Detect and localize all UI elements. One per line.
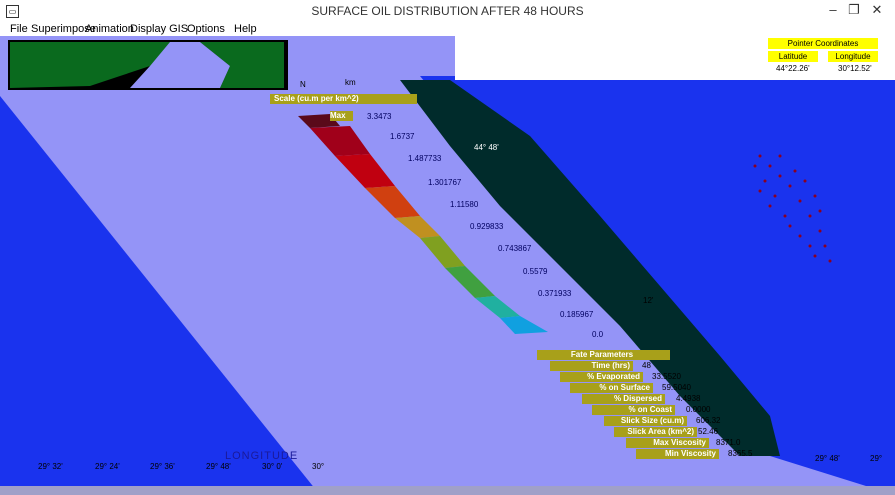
fate-row-value: 4.4938 — [676, 394, 701, 403]
map-label: 44° 48' — [474, 143, 499, 152]
scale-value: 0.929833 — [470, 222, 504, 231]
longitude-tick: 29° 24' — [95, 462, 120, 471]
slick-cell — [395, 216, 440, 238]
longitude-axis-title: LONGITUDE — [225, 450, 299, 462]
fate-row-label: Time (hrs) — [550, 361, 633, 371]
restore-button[interactable]: ❐ — [845, 2, 863, 18]
menu-display-gis[interactable]: Display GIS — [130, 23, 188, 35]
fate-row-label: Slick Size (cu.m) — [604, 416, 687, 426]
slick-cell — [475, 296, 520, 318]
fate-title: Fate Parameters — [537, 350, 670, 360]
pointer-coordinates-title: Pointer Coordinates — [768, 38, 878, 49]
fate-row-value: 33.5520 — [652, 372, 681, 381]
slick-cell — [310, 126, 370, 156]
scale-max-label: Max — [330, 111, 353, 121]
longitude-tick: 29° 48' — [206, 462, 231, 471]
map-canvas[interactable] — [0, 36, 895, 495]
menu-animation[interactable]: Animation — [85, 23, 134, 35]
scale-value: 1.301767 — [428, 178, 462, 187]
scale-value: 1.6737 — [390, 132, 415, 141]
slick-cell — [335, 154, 395, 188]
scale-value: 0.185967 — [560, 310, 594, 319]
fate-row-label: % on Surface — [570, 383, 653, 393]
fate-row-label: % Dispersed — [582, 394, 665, 404]
fate-row-label: Max Viscosity — [626, 438, 709, 448]
fate-row-value: 8371.0 — [716, 438, 741, 447]
slick-cell — [365, 186, 420, 218]
fate-row-value: 48 — [642, 361, 651, 370]
latitude-label: Latitude — [768, 51, 818, 62]
longitude-tick: 29° 48' — [815, 454, 840, 463]
longitude-value: 30°12.52' — [838, 64, 872, 73]
slick-cell — [420, 236, 465, 268]
menu-options[interactable]: Options — [187, 23, 225, 35]
menu-bar: File Superimpose Animation Display GIS O… — [0, 22, 895, 36]
scale-value: 0.743867 — [498, 244, 532, 253]
longitude-label: Longitude — [828, 51, 878, 62]
fate-row-label: Min Viscosity — [636, 449, 719, 459]
map-label: 12' — [643, 296, 654, 305]
fate-row-label: % on Coast — [592, 405, 675, 415]
scale-title: Scale (cu.m per km^2) — [270, 94, 417, 104]
slick-cell — [500, 316, 548, 334]
scale-value: 3.3473 — [367, 112, 392, 121]
scale-value: 0.371933 — [538, 289, 572, 298]
longitude-tick: 29° — [870, 454, 883, 463]
fate-row-value: 0.0000 — [686, 405, 711, 414]
north-arrow-label: N — [300, 80, 306, 89]
window-title: SURFACE OIL DISTRIBUTION AFTER 48 HOURS — [311, 4, 584, 18]
menu-file[interactable]: File — [10, 23, 28, 35]
title-bar: ▭ SURFACE OIL DISTRIBUTION AFTER 48 HOUR… — [0, 0, 895, 23]
longitude-tick: 29° 32' — [38, 462, 63, 471]
close-button[interactable]: ✕ — [868, 2, 886, 18]
fate-row-value: 52.46 — [698, 427, 719, 436]
slick-cell — [445, 266, 495, 298]
minimize-button[interactable]: – — [824, 2, 842, 18]
longitude-tick: 30° 0' — [262, 462, 283, 471]
fate-row-value: 606.32 — [696, 416, 721, 425]
fate-row-label: Slick Area (km^2) — [614, 427, 697, 437]
latitude-value: 44°22.26' — [776, 64, 810, 73]
scale-value: 1.487733 — [408, 154, 442, 163]
status-bar — [0, 486, 895, 495]
longitude-tick: 30° — [312, 462, 325, 471]
fate-row-label: % Evaporated — [560, 372, 643, 382]
menu-help[interactable]: Help — [234, 23, 257, 35]
map-area[interactable]: Scale (cu.m per km^2) Max 3.3473 1.6737 … — [0, 36, 895, 495]
fate-row-value: 8365.5 — [728, 449, 753, 458]
longitude-tick: 29° 36' — [150, 462, 175, 471]
scale-value: 0.5579 — [523, 267, 548, 276]
scale-value: 0.0 — [592, 330, 604, 339]
fate-row-value: 59.5040 — [662, 383, 691, 392]
deep-sea-left — [0, 96, 320, 495]
scale-value: 1.11580 — [450, 200, 479, 209]
scale-bar-label: km — [345, 78, 356, 87]
